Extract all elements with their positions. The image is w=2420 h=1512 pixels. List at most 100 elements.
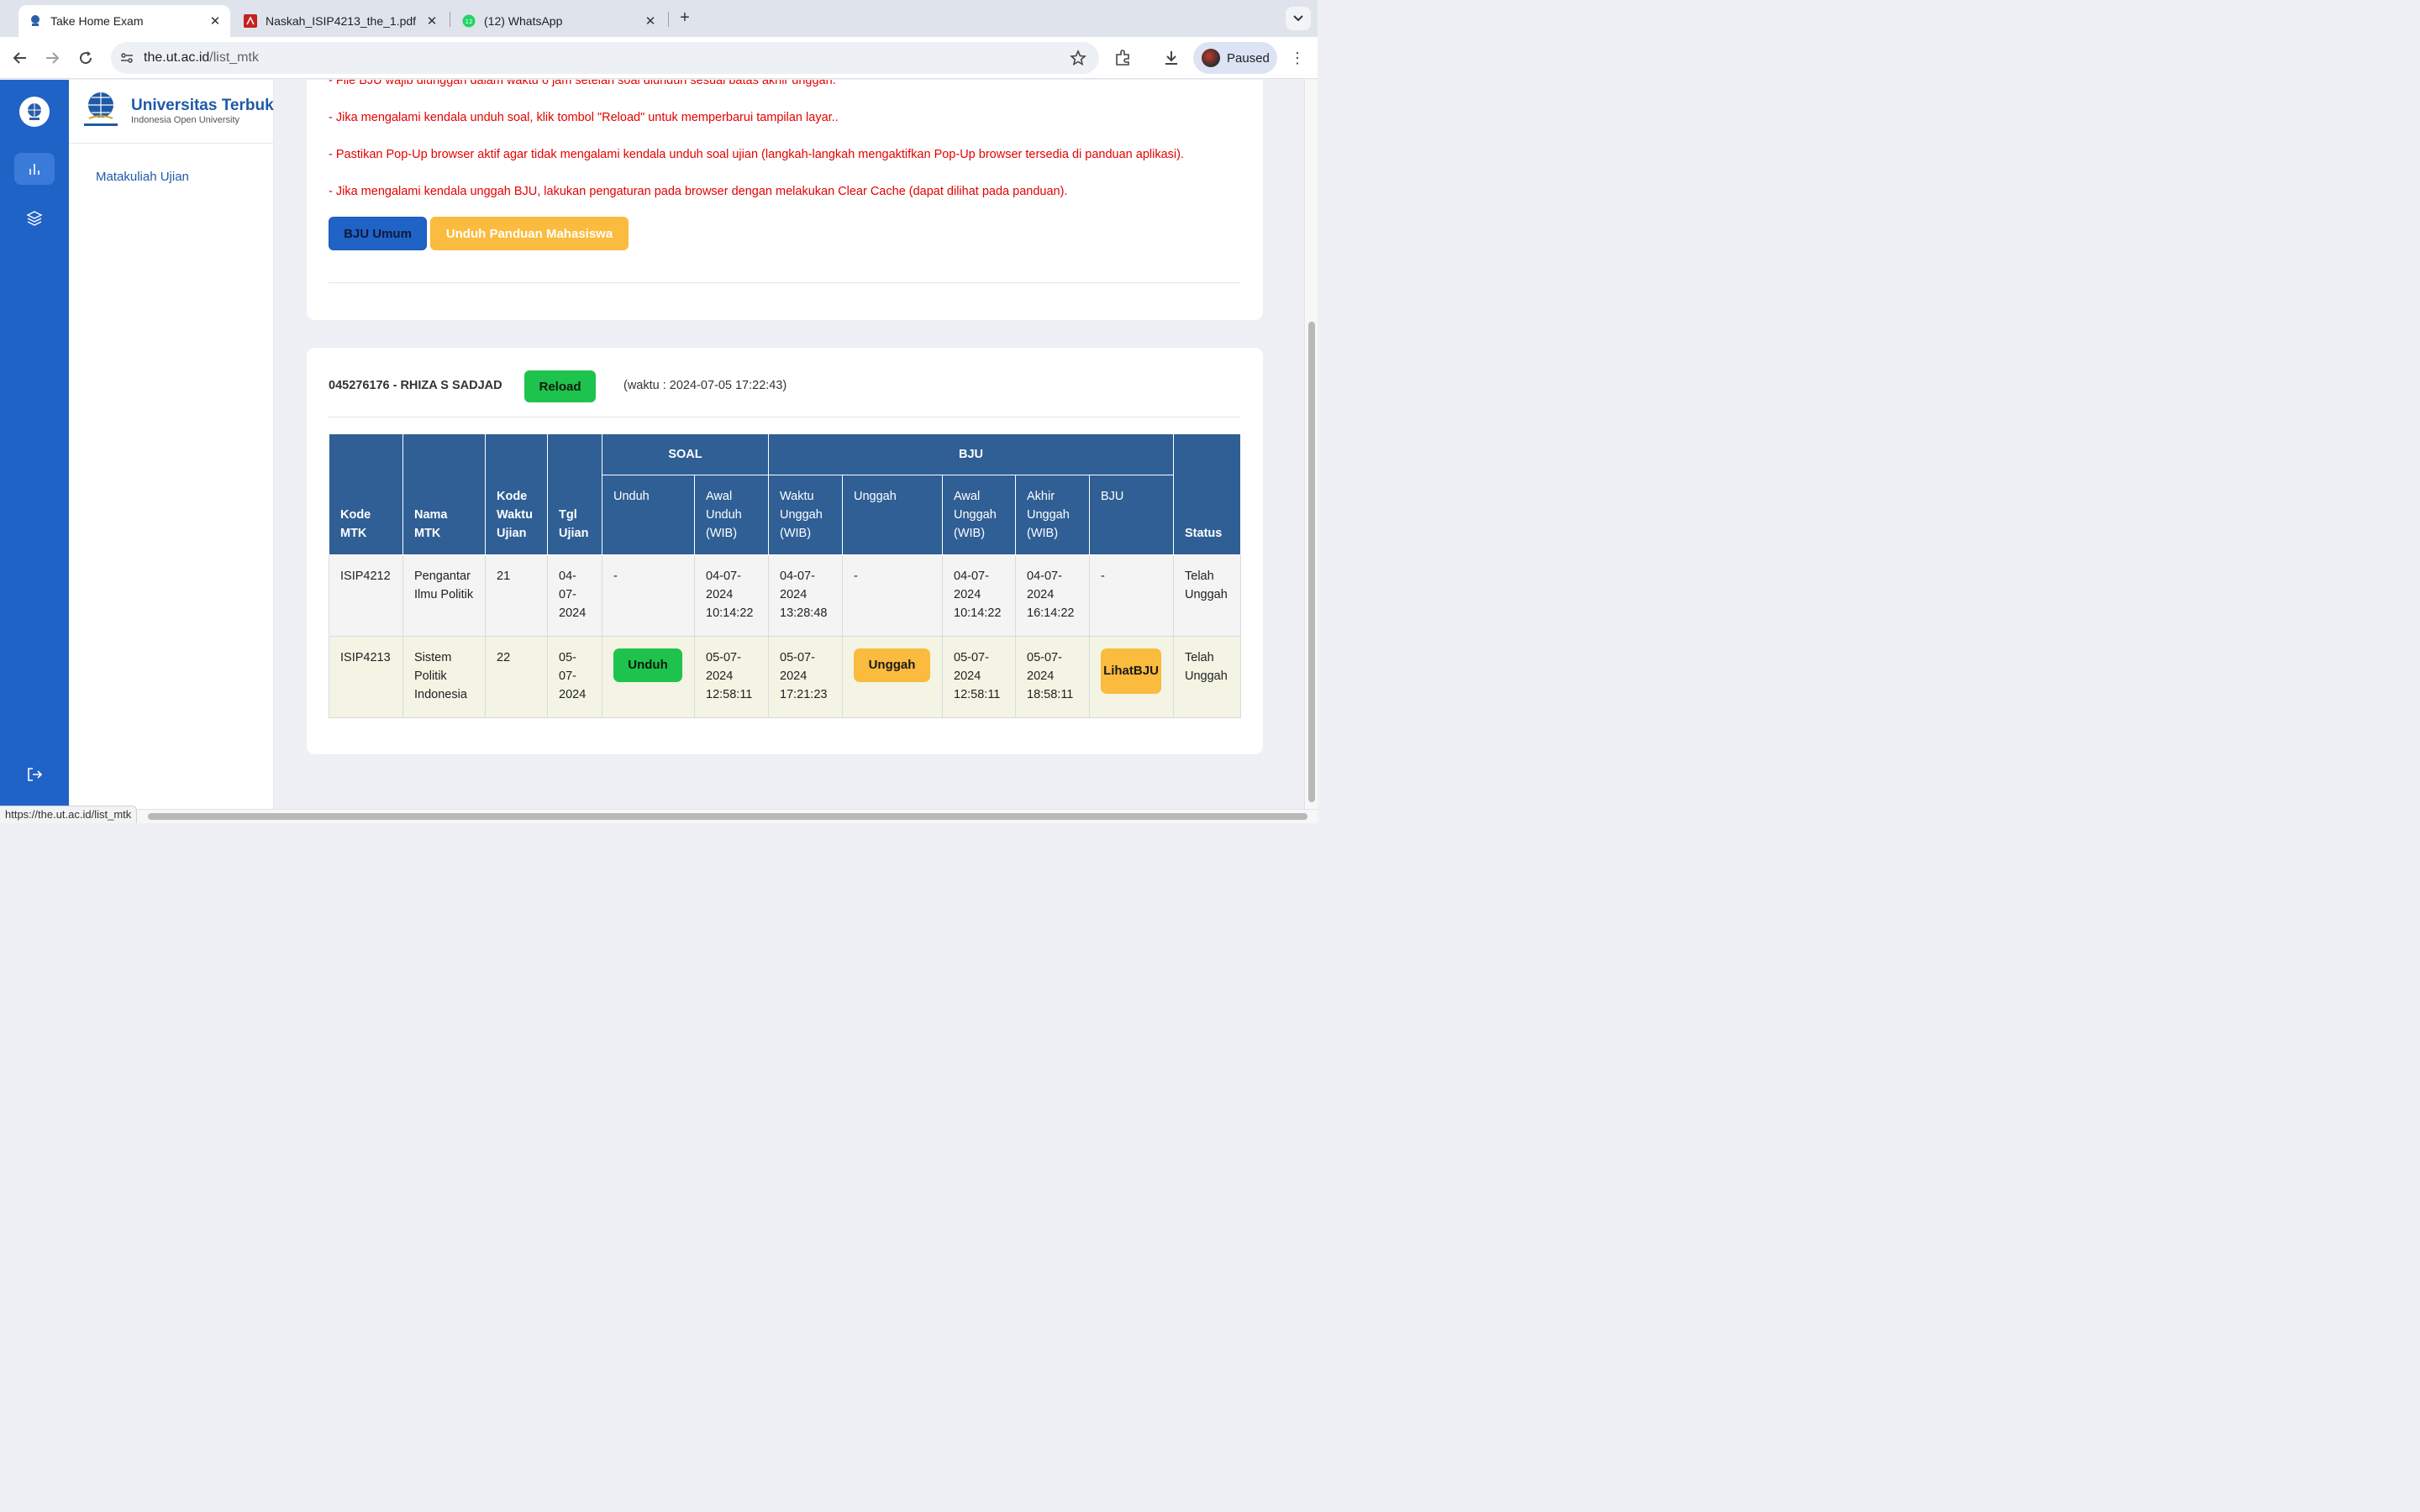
back-icon[interactable] <box>9 47 31 69</box>
cell-kode: ISIP4213 <box>329 636 403 718</box>
header-kode-waktu: Kode Waktu Ujian <box>485 433 548 555</box>
notice-text: - Jika mengalami kendala unduh soal, kli… <box>329 111 839 124</box>
profile-label: Paused <box>1227 50 1270 66</box>
cell-akhir-unggah: 05-07- 2024 18:58:11 <box>1015 636 1090 718</box>
cell-bju: Lihat BJU <box>1088 636 1175 718</box>
cell-unduh: - <box>602 554 695 637</box>
header-unggah: Unggah <box>842 475 943 555</box>
browser-tab-strip: Take Home Exam ✕ Naskah_ISIP4213_the_1.p… <box>0 0 1318 37</box>
tab-whatsapp[interactable]: 12 (12) WhatsApp ✕ <box>452 5 666 37</box>
cell-bju: - <box>1088 554 1175 637</box>
rail-dashboard-icon[interactable] <box>14 153 55 185</box>
close-icon[interactable]: ✕ <box>207 13 224 29</box>
vertical-scrollbar[interactable] <box>1304 80 1318 809</box>
cell-unggah: - <box>842 554 943 637</box>
cell-nama: Pengantar Ilmu Politik <box>402 554 486 637</box>
header-group-bju: BJU <box>767 433 1175 475</box>
scrollbar-thumb[interactable] <box>1308 322 1315 802</box>
reload-icon[interactable] <box>75 47 97 69</box>
unduh-panduan-button[interactable]: Unduh Panduan Mahasiswa <box>430 217 629 250</box>
sidebar: Universitas Terbuka Indonesia Open Unive… <box>69 80 282 809</box>
logout-icon[interactable] <box>14 759 55 790</box>
header-awal-unggah: Awal Unggah (WIB) <box>942 475 1016 555</box>
profile-button[interactable]: Paused <box>1193 42 1277 74</box>
brand-subtitle: Indonesia Open University <box>131 115 240 125</box>
header-bju: BJU <box>1088 475 1175 555</box>
pdf-icon <box>244 14 257 28</box>
cell-unduh: Unduh <box>602 636 695 718</box>
cell-awal-unggah: 04-07- 2024 10:14:22 <box>942 554 1016 637</box>
tab-pdf[interactable]: Naskah_ISIP4213_the_1.pdf ✕ <box>234 5 447 37</box>
scrollbar-thumb[interactable] <box>148 813 1307 820</box>
avatar <box>1202 49 1220 67</box>
info-card: - File BJU wajib diunggah dalam waktu 6 … <box>307 80 1263 320</box>
brand-name: Universitas Terbuka <box>131 97 283 114</box>
bju-umum-button[interactable]: BJU Umum <box>329 217 427 250</box>
bookmark-star-icon[interactable] <box>1069 49 1087 67</box>
notice-text: - File BJU wajib diunggah dalam waktu 6 … <box>329 80 836 87</box>
lihat-bju-button[interactable]: Lihat BJU <box>1101 648 1161 694</box>
ut-favicon-icon <box>29 14 42 28</box>
url-path: /list_mtk <box>209 50 259 65</box>
close-icon[interactable]: ✕ <box>642 13 659 29</box>
more-menu-icon[interactable]: ⋮ <box>1290 48 1305 68</box>
header-unduh: Unduh <box>602 475 695 555</box>
unduh-button[interactable]: Unduh <box>613 648 682 682</box>
sidebar-item-matakuliah-ujian[interactable]: Matakuliah Ujian <box>96 170 189 184</box>
url-host: the.ut.ac.id <box>144 50 210 65</box>
student-id-name: 045276176 - RHIZA S SADJAD <box>329 379 502 392</box>
cell-status: Telah Unggah <box>1173 636 1242 718</box>
header-group-soal: SOAL <box>602 433 769 475</box>
forward-icon[interactable] <box>41 47 63 69</box>
table-row: ISIP4212 Pengantar Ilmu Politik 21 04- 07-… <box>329 554 1242 637</box>
cell-kode: ISIP4212 <box>329 554 403 637</box>
whatsapp-icon: 12 <box>462 14 476 28</box>
header-nama-mtk: Nama MTK <box>402 433 486 555</box>
cell-kode-waktu: 21 <box>485 554 548 637</box>
course-table: Kode MTK Nama MTK Kode Waktu Ujian Tgl Ujian … <box>329 433 1242 718</box>
cell-waktu-unggah: 04-07- 2024 13:28:48 <box>768 554 843 637</box>
tab-title: Naskah_ISIP4213_the_1.pdf <box>266 14 417 28</box>
cell-kode-waktu: 22 <box>485 636 548 718</box>
tab-title: (12) WhatsApp <box>484 14 563 28</box>
ut-logo-icon[interactable] <box>19 97 50 127</box>
download-icon[interactable] <box>1161 48 1181 68</box>
tab-title: Take Home Exam <box>50 14 144 28</box>
header-akhir-unggah: Akhir Unggah (WIB) <box>1015 475 1090 555</box>
cell-awal-unduh: 05-07- 2024 12:58:11 <box>694 636 769 718</box>
cell-unggah: Unggah <box>842 636 943 718</box>
close-icon[interactable]: ✕ <box>424 13 440 29</box>
new-tab-icon[interactable]: + <box>676 8 694 28</box>
header-waktu-unggah: Waktu Unggah (WIB) <box>768 475 843 555</box>
extensions-icon[interactable] <box>1113 48 1133 68</box>
horizontal-scrollbar[interactable] <box>69 809 1318 823</box>
tab-separator <box>668 12 669 27</box>
brand-header: Universitas Terbuka Indonesia Open Unive… <box>69 80 282 144</box>
header-tgl-ujian: Tgl Ujian <box>547 433 602 555</box>
address-bar[interactable]: the.ut.ac.id/list_mtk <box>111 42 1099 74</box>
cell-awal-unduh: 04-07- 2024 10:14:22 <box>694 554 769 637</box>
cell-waktu-unggah: 05-07- 2024 17:21:23 <box>768 636 843 718</box>
cell-status: Telah Unggah <box>1173 554 1242 637</box>
notice-text: - Jika mengalami kendala unggah BJU, lak… <box>329 185 1068 198</box>
tab-search-icon[interactable] <box>1286 7 1311 30</box>
cell-akhir-unggah: 04-07- 2024 16:14:22 <box>1015 554 1090 637</box>
server-time: (waktu : 2024-07-05 17:22:43) <box>623 379 787 392</box>
tab-take-home-exam[interactable]: Take Home Exam ✕ <box>18 5 230 37</box>
site-info-icon[interactable] <box>118 49 136 67</box>
cell-tgl: 05- 07- 2024 <box>547 636 602 718</box>
ut-emblem-icon <box>77 90 124 130</box>
header-kode-mtk: Kode MTK <box>329 433 403 555</box>
header-awal-unduh: Awal Unduh (WIB) <box>694 475 769 555</box>
reload-button[interactable]: Reload <box>524 370 596 402</box>
cell-nama: Sistem Politik Indonesia <box>402 636 486 718</box>
unggah-button[interactable]: Unggah <box>854 648 930 682</box>
cell-awal-unggah: 05-07- 2024 12:58:11 <box>942 636 1016 718</box>
divider <box>329 282 1240 283</box>
notice-text: - Pastikan Pop-Up browser aktif agar tid… <box>329 148 1184 161</box>
rail-layers-icon[interactable] <box>14 202 55 234</box>
exam-card: 045276176 - RHIZA S SADJAD Reload (waktu… <box>307 348 1263 754</box>
url-text[interactable]: the.ut.ac.id/list_mtk <box>144 50 259 66</box>
main-content: - File BJU wajib diunggah dalam waktu 6 … <box>274 80 1304 809</box>
link-status-bar: https://the.ut.ac.id/list_mtk <box>0 806 138 823</box>
